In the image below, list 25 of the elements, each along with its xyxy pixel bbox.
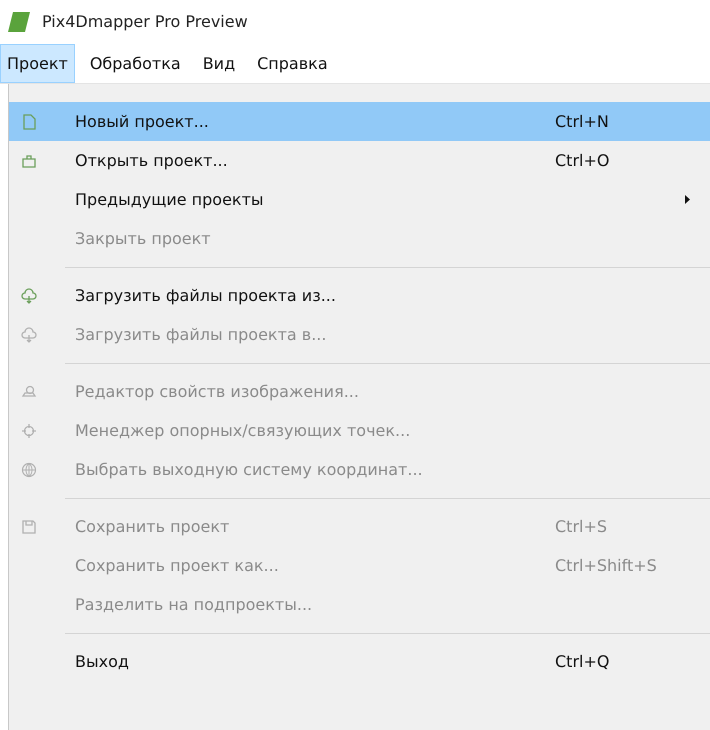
crosshair-icon xyxy=(21,422,37,438)
shortcut-label: Ctrl+O xyxy=(555,150,610,172)
menu-bar-item[interactable]: Обработка xyxy=(82,44,188,83)
menu-bar-item[interactable]: Проект xyxy=(0,44,75,83)
menu-item[interactable]: Загрузить файлы проекта из... xyxy=(9,276,710,315)
menu-item[interactable]: Выход Ctrl+Q xyxy=(9,642,710,681)
menu-item[interactable]: Новый проект... Ctrl+N xyxy=(9,102,710,141)
submenu-arrow-icon xyxy=(685,195,690,204)
box-icon xyxy=(21,152,37,168)
window-title: Pix4Dmapper Pro Preview xyxy=(42,11,248,33)
app-logo-icon xyxy=(8,12,30,32)
floppy-icon xyxy=(21,518,37,534)
camera-icon xyxy=(21,384,37,400)
shortcut-label: Ctrl+Shift+S xyxy=(555,554,657,576)
globe-icon xyxy=(21,462,37,478)
menu-bar-item[interactable]: Вид xyxy=(196,44,242,83)
document-icon xyxy=(21,114,37,130)
shortcut-label: Ctrl+Q xyxy=(555,650,610,672)
menu-item[interactable]: Предыдущие проекты xyxy=(9,180,710,219)
menu-item[interactable]: Открыть проект... Ctrl+O xyxy=(9,141,710,180)
menu-bar-item[interactable]: Справка xyxy=(250,44,335,83)
shortcut-label: Ctrl+S xyxy=(555,516,608,538)
cloud-icon xyxy=(21,288,37,304)
cloud-icon xyxy=(21,326,37,342)
shortcut-label: Ctrl+N xyxy=(555,110,609,132)
